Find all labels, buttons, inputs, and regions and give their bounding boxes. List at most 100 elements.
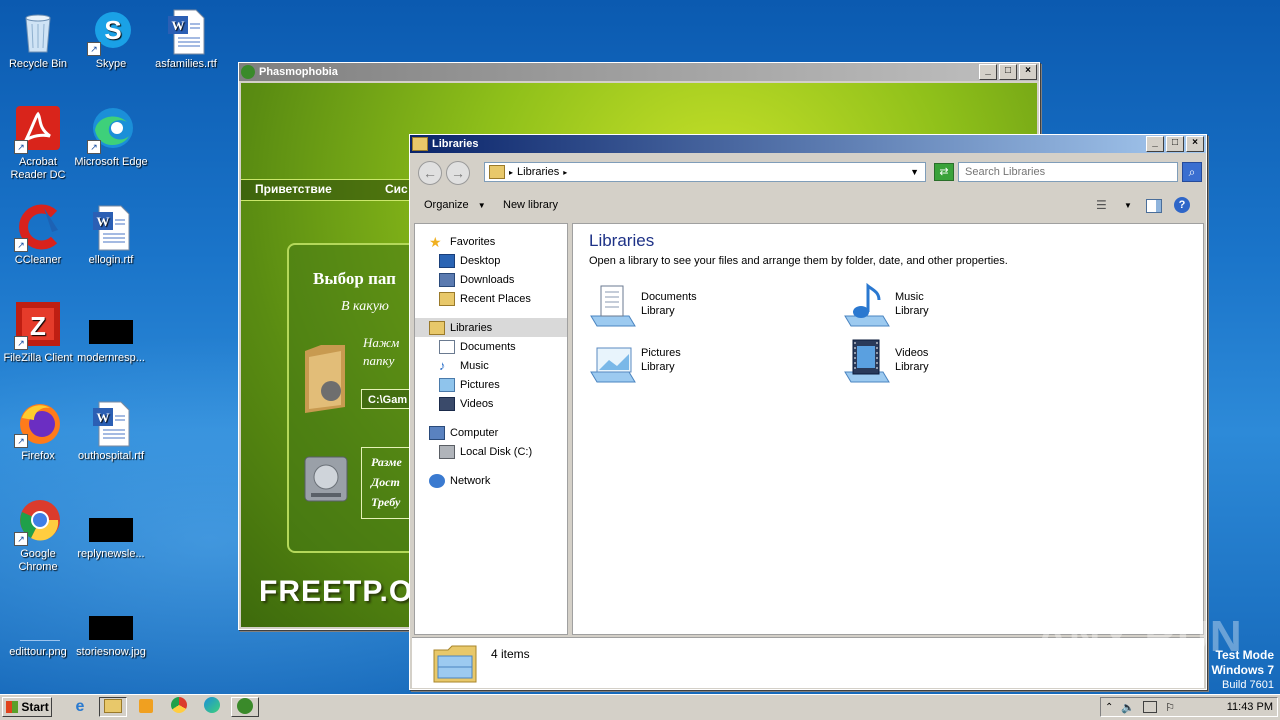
nav-documents[interactable]: Documents xyxy=(415,337,567,356)
nav-downloads[interactable]: Downloads xyxy=(415,270,567,289)
pictures-library-icon xyxy=(589,338,637,386)
taskbar-chrome-button[interactable] xyxy=(165,697,193,717)
taskbar-edge-button[interactable] xyxy=(198,697,226,717)
network-tray-icon[interactable] xyxy=(1143,701,1158,713)
installer-menu-welcome[interactable]: Приветствие xyxy=(255,182,332,196)
nav-recent-places[interactable]: Recent Places xyxy=(415,289,567,308)
organize-dropdown-icon: ▼ xyxy=(477,201,486,210)
maximize-button[interactable]: □ xyxy=(1166,136,1184,152)
taskbar-media-player-button[interactable] xyxy=(132,697,160,717)
close-button[interactable]: × xyxy=(1019,64,1037,80)
start-button[interactable]: Start xyxy=(2,697,52,717)
windows-logo-icon xyxy=(6,701,18,713)
address-dropdown-icon[interactable]: ▼ xyxy=(910,167,919,177)
search-input[interactable] xyxy=(958,162,1178,182)
desktop-icon-recycle-bin[interactable]: Recycle Bin xyxy=(0,8,76,71)
desktop-icon-skype[interactable]: S ↗ Skype xyxy=(73,8,149,71)
folder-icon xyxy=(301,343,349,415)
nav-computer[interactable]: Computer xyxy=(415,423,567,442)
documents-icon xyxy=(439,339,455,354)
forward-button[interactable]: → xyxy=(446,161,470,185)
local-disk-icon xyxy=(439,444,455,459)
library-documents[interactable]: Documents Library xyxy=(589,282,697,330)
minimize-button[interactable]: _ xyxy=(979,64,997,80)
library-type: Library xyxy=(895,305,929,317)
network-icon xyxy=(429,473,445,488)
address-bar[interactable]: ▸ Libraries ▸ ▼ xyxy=(484,162,926,182)
icon-label: replynewsle... xyxy=(77,548,145,560)
desktop-icon-edittour[interactable]: edittour.png xyxy=(0,596,76,659)
black-file-thumbnail-icon xyxy=(87,498,135,546)
library-type: Library xyxy=(641,361,675,373)
back-arrow-icon: ← xyxy=(423,165,437,181)
new-library-button[interactable]: New library xyxy=(503,199,558,211)
black-file-thumbnail-icon xyxy=(87,302,135,350)
videos-library-icon xyxy=(843,338,891,386)
back-button[interactable]: ← xyxy=(418,161,442,185)
nav-music[interactable]: ♪ Music xyxy=(415,356,567,375)
nav-libraries[interactable]: Libraries xyxy=(415,318,567,337)
desktop-icon xyxy=(439,253,455,268)
desktop-icon-storiesnow[interactable]: storiesnow.jpg xyxy=(73,596,149,659)
desktop-icon-ellogin[interactable]: W ellogin.rtf xyxy=(73,204,149,267)
action-center-flag-icon[interactable]: ⚐ xyxy=(1165,701,1175,714)
desktop-icon-filezilla[interactable]: Z ↗ FileZilla Client xyxy=(0,302,76,365)
preview-pane-button[interactable] xyxy=(1146,199,1162,213)
explorer-titlebar[interactable]: Libraries _ □ × xyxy=(410,135,1206,153)
nav-libraries-label: Libraries xyxy=(450,321,493,334)
icon-label: Acrobat Reader DC xyxy=(10,156,66,181)
address-crumb-dropdown-icon[interactable]: ▸ xyxy=(563,168,567,177)
view-dropdown-icon[interactable]: ▼ xyxy=(1124,201,1132,210)
close-button[interactable]: × xyxy=(1186,136,1204,152)
desktop-icon-outhospital[interactable]: W outhospital.rtf xyxy=(73,400,149,463)
volume-icon[interactable]: 🔈 xyxy=(1121,701,1135,714)
library-music[interactable]: Music Library xyxy=(843,282,929,330)
taskbar-explorer-button[interactable] xyxy=(99,697,127,717)
icon-label: Firefox xyxy=(21,450,55,462)
firefox-icon: ↗ xyxy=(14,400,62,448)
folder-icon xyxy=(104,699,122,713)
item-count: 4 items xyxy=(491,647,530,661)
libraries-address-icon xyxy=(489,165,505,179)
installer-app-icon xyxy=(241,65,255,79)
change-view-button[interactable]: ☰ xyxy=(1096,198,1107,212)
desktop-icon-firefox[interactable]: ↗ Firefox xyxy=(0,400,76,463)
refresh-button[interactable]: ⇄ xyxy=(934,163,954,181)
nav-videos[interactable]: Videos xyxy=(415,394,567,413)
desktop-icon-edge[interactable]: ↗ Microsoft Edge xyxy=(73,106,149,169)
organize-button[interactable]: Organize ▼ xyxy=(424,199,486,211)
nav-computer-label: Computer xyxy=(450,426,499,439)
show-hidden-icons-button[interactable]: ⌃ xyxy=(1105,702,1113,713)
taskbar-ie-button[interactable]: e xyxy=(66,697,94,717)
explorer-window[interactable]: Libraries _ □ × ← → ▸ Libraries ▸ ▼ ⇄ ⌕ xyxy=(409,134,1207,690)
library-pictures[interactable]: Pictures Library xyxy=(589,338,681,386)
installer-titlebar[interactable]: Phasmophobia _ □ × xyxy=(239,63,1039,81)
nav-favorites[interactable]: ★ Favorites xyxy=(415,232,567,251)
filezilla-icon: Z ↗ xyxy=(14,302,62,350)
clock[interactable]: 11:43 PM xyxy=(1227,701,1273,713)
desktop-icon-chrome[interactable]: ↗ Google Chrome xyxy=(0,498,76,574)
view-options-icon: ☰ xyxy=(1096,198,1107,212)
library-videos[interactable]: Videos Library xyxy=(843,338,929,386)
help-button[interactable]: ? xyxy=(1174,197,1190,213)
desktop-icon-ccleaner[interactable]: ↗ CCleaner xyxy=(0,204,76,267)
nav-network-label: Network xyxy=(450,474,491,487)
search-button[interactable]: ⌕ xyxy=(1182,162,1202,182)
nav-desktop[interactable]: Desktop xyxy=(415,251,567,270)
taskbar-phasmophobia-button[interactable] xyxy=(231,697,259,717)
chrome-icon: ↗ xyxy=(14,498,62,546)
desktop-icon-replynewsle[interactable]: replynewsle... xyxy=(73,498,149,561)
library-name: Music xyxy=(895,291,924,303)
address-path[interactable]: Libraries xyxy=(517,166,559,178)
desktop-icon-asfamilies[interactable]: W asfamilies.rtf xyxy=(148,8,224,71)
windows-version-label: Windows 7 xyxy=(1211,663,1274,677)
minimize-button[interactable]: _ xyxy=(1146,136,1164,152)
maximize-button[interactable]: □ xyxy=(999,64,1017,80)
icon-label: Microsoft Edge xyxy=(74,156,148,168)
nav-pictures[interactable]: Pictures xyxy=(415,375,567,394)
desktop-icon-acrobat[interactable]: ↗ Acrobat Reader DC xyxy=(0,106,76,182)
desktop-icon-modernresp[interactable]: modernresp... xyxy=(73,302,149,365)
nav-network[interactable]: Network xyxy=(415,471,567,490)
nav-local-disk[interactable]: Local Disk (C:) xyxy=(415,442,567,461)
installer-menu-system[interactable]: Сис xyxy=(385,182,408,196)
